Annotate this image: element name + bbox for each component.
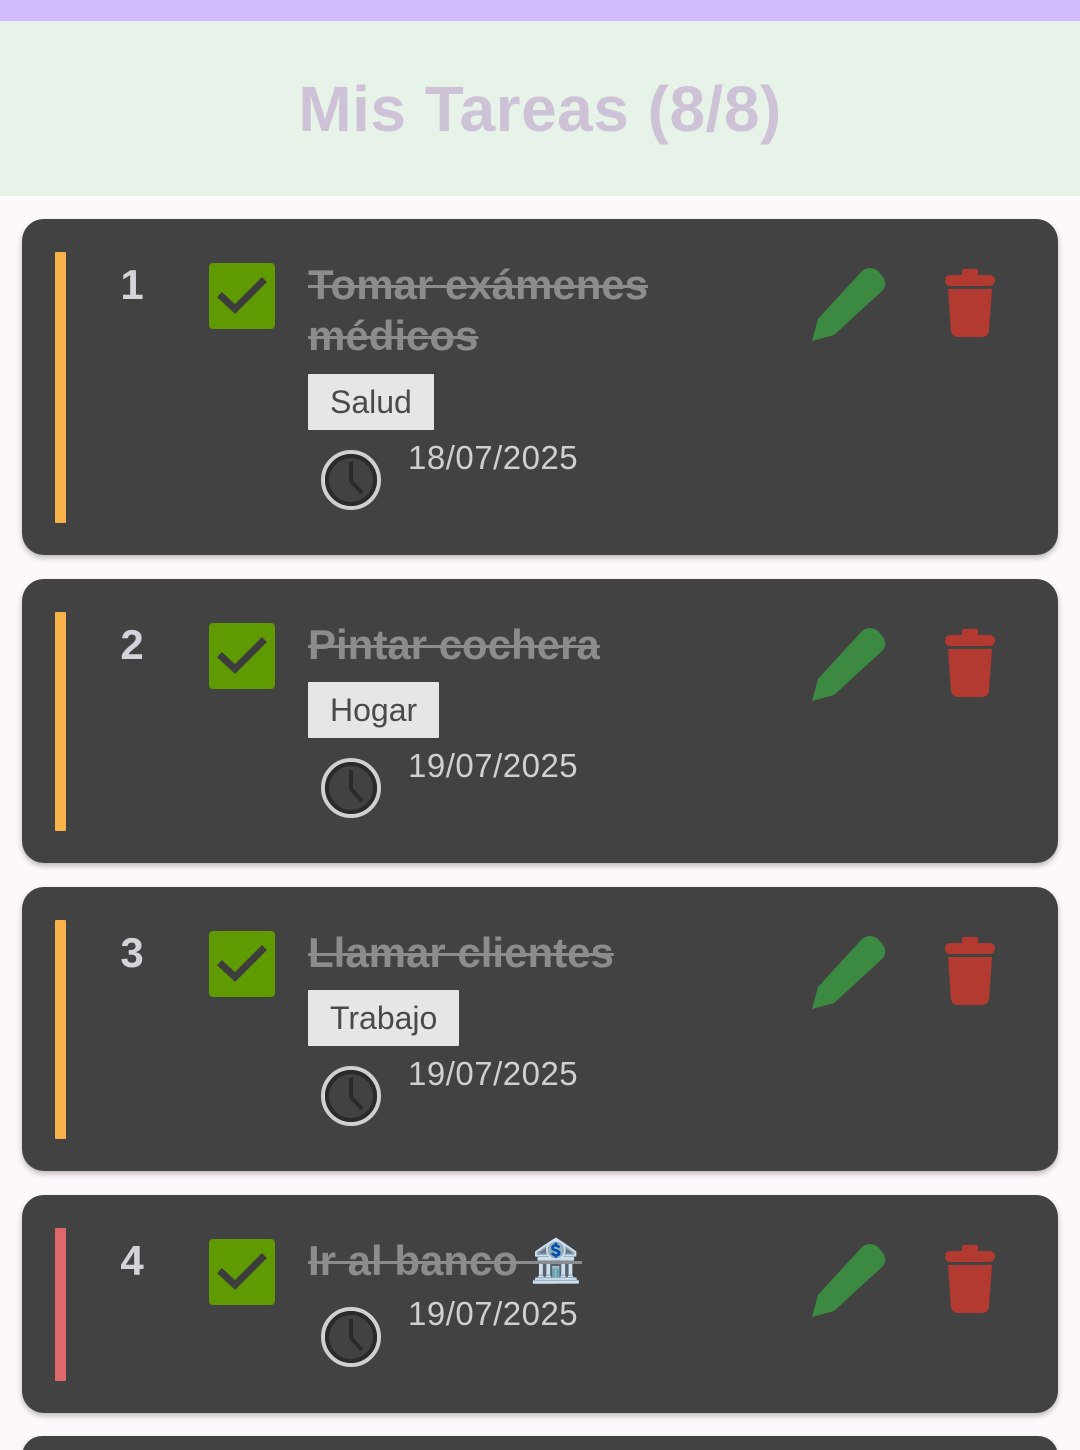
completed-checkbox[interactable] [209, 931, 275, 997]
priority-indicator [55, 1228, 66, 1381]
trash-icon[interactable] [942, 1243, 998, 1315]
due-date: 19/07/2025 [408, 1295, 579, 1332]
category-tag: Salud [308, 374, 434, 430]
clock-icon [321, 450, 381, 510]
task-title: Tomar exámenes médicos [308, 261, 649, 359]
task-card: 1 Tomar exámenes médicos Salud 18/07/202… [22, 219, 1058, 555]
task-title: Pintar cochera [308, 621, 600, 668]
app-header: Mis Tareas (8/8) [0, 21, 1080, 196]
pencil-icon[interactable] [810, 265, 888, 343]
clock-icon [321, 758, 381, 818]
check-icon [217, 637, 267, 674]
due-date: 19/07/2025 [408, 1055, 579, 1092]
task-card: 3 Llamar clientes Trabajo 19/07/2025 [22, 887, 1058, 1171]
priority-indicator [55, 252, 66, 523]
completed-checkbox[interactable] [209, 263, 275, 329]
check-icon [217, 277, 267, 314]
priority-indicator [55, 612, 66, 831]
trash-icon[interactable] [942, 267, 998, 339]
status-bar [0, 0, 1080, 21]
task-title: Llamar clientes [308, 929, 614, 976]
due-date: 19/07/2025 [408, 747, 579, 784]
task-card: 4 Ir al banco 🏦 19/07/2025 [22, 1195, 1058, 1413]
task-title: Ir al banco 🏦 [308, 1237, 583, 1284]
pencil-icon[interactable] [810, 625, 888, 703]
page-title: Mis Tareas (8/8) [298, 72, 782, 145]
task-number: 2 [120, 621, 144, 668]
category-tag: Hogar [308, 682, 440, 738]
pencil-icon[interactable] [810, 933, 888, 1011]
completed-checkbox[interactable] [209, 1239, 275, 1305]
task-card: 2 Pintar cochera Hogar 19/07/2025 [22, 579, 1058, 863]
pencil-icon[interactable] [810, 1241, 888, 1319]
task-number: 1 [120, 261, 144, 308]
due-date: 18/07/2025 [408, 439, 579, 476]
trash-icon[interactable] [942, 627, 998, 699]
check-icon [217, 945, 267, 982]
priority-indicator [55, 920, 66, 1139]
completed-checkbox[interactable] [209, 623, 275, 689]
clock-icon [321, 1307, 381, 1367]
trash-icon[interactable] [942, 935, 998, 1007]
check-icon [217, 1253, 267, 1290]
task-number: 4 [120, 1237, 144, 1284]
category-tag: Trabajo [308, 990, 460, 1046]
clock-icon [321, 1066, 381, 1126]
task-number: 3 [120, 929, 144, 976]
task-card [22, 1436, 1058, 1450]
